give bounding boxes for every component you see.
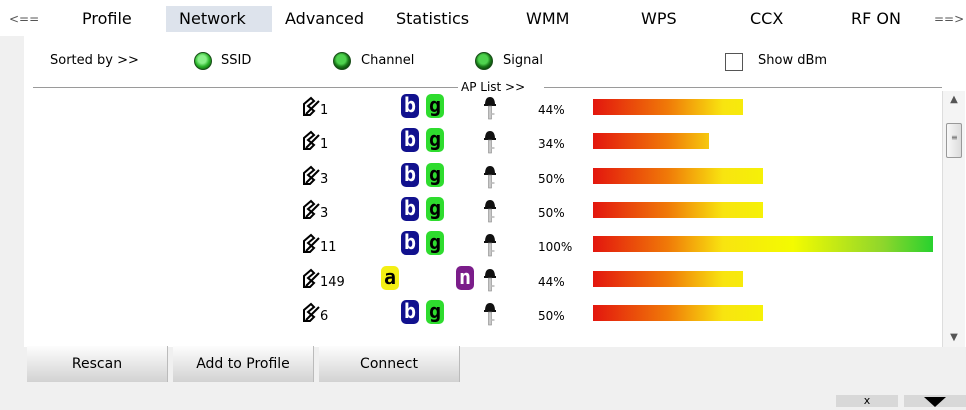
mode-g-icon: g: [426, 162, 444, 187]
sort-ssid-label[interactable]: SSID: [221, 53, 251, 68]
sort-channel-label[interactable]: Channel: [361, 53, 414, 68]
signal-strength-bar: [593, 99, 743, 115]
tab-ccx[interactable]: CCX: [750, 9, 783, 28]
rescan-button[interactable]: Rescan: [27, 346, 168, 382]
ap-row[interactable]: 3 b g 50%: [24, 160, 942, 194]
ap-row[interactable]: 6 b g 50%: [24, 297, 942, 331]
channel-value: 1: [320, 137, 329, 153]
sort-channel-radio[interactable]: [333, 52, 351, 70]
tab-next-arrow[interactable]: ==>: [934, 12, 964, 26]
divider-left: [33, 87, 458, 88]
channel-value: 3: [320, 171, 329, 187]
ap-row[interactable]: 1 b g 34%: [24, 125, 942, 159]
tab-prev-arrow[interactable]: <==: [9, 12, 39, 26]
network-panel: Sorted by >> SSID Channel Signal Show dB…: [24, 36, 966, 347]
divider-right: [544, 87, 942, 88]
mode-g-icon: g: [426, 231, 444, 256]
signal-percent: 50%: [538, 205, 565, 220]
sort-signal-radio[interactable]: [475, 52, 493, 70]
triangle-down-icon: [924, 397, 946, 407]
collapse-button[interactable]: [904, 395, 966, 407]
mode-b-icon: b: [401, 231, 419, 256]
lock-key-icon: [484, 131, 496, 154]
show-dbm-label[interactable]: Show dBm: [758, 53, 827, 68]
lock-key-icon: [484, 268, 496, 291]
channel-value: 11: [320, 240, 337, 256]
mode-b-icon: b: [401, 94, 419, 118]
channel-value: 3: [320, 205, 329, 221]
mode-g-icon: g: [426, 196, 444, 221]
sorted-by-label: Sorted by >>: [50, 53, 139, 68]
ap-row[interactable]: 11 b g 100%: [24, 228, 942, 262]
mode-a-icon: a: [381, 265, 399, 290]
sort-ssid-radio[interactable]: [194, 52, 212, 70]
ap-row[interactable]: 149 a n 44%: [24, 263, 942, 297]
signal-percent: 34%: [538, 137, 565, 152]
lock-key-icon: [484, 302, 496, 326]
scroll-thumb[interactable]: ≡: [946, 123, 962, 158]
add-to-profile-button[interactable]: Add to Profile: [173, 346, 314, 382]
tab-rf-on[interactable]: RF ON: [851, 9, 901, 28]
signal-percent: 100%: [538, 240, 573, 255]
ap-row[interactable]: 1 b g 44%: [24, 91, 942, 125]
signal-percent: 50%: [538, 171, 565, 186]
signal-strength-bar: [593, 201, 763, 218]
signal-strength-bar: [593, 270, 743, 287]
close-button[interactable]: x: [836, 395, 898, 407]
mode-n-icon: n: [456, 265, 474, 290]
channel-value: 6: [320, 308, 329, 324]
lock-key-icon: [484, 97, 496, 120]
tab-wmm[interactable]: WMM: [526, 9, 569, 28]
channel-value: 149: [320, 274, 345, 290]
signal-strength-bar: [593, 304, 763, 321]
show-dbm-checkbox[interactable]: [725, 53, 743, 71]
ap-list-scrollbar[interactable]: ▲ ≡ ▼: [942, 91, 965, 347]
signal-strength-bar: [593, 236, 933, 253]
signal-percent: 44%: [538, 103, 565, 117]
connect-button[interactable]: Connect: [319, 346, 460, 382]
signal-strength-bar: [593, 167, 763, 184]
mode-b-icon: b: [401, 196, 419, 221]
channel-value: 1: [320, 103, 329, 118]
tab-network[interactable]: Network: [179, 9, 246, 28]
sort-signal-label[interactable]: Signal: [503, 53, 543, 68]
tab-bar: <== Profile Network Advanced Statistics …: [0, 0, 966, 36]
mode-b-icon: b: [401, 299, 419, 324]
lock-key-icon: [484, 234, 496, 257]
ap-list[interactable]: 1 b g 44% 1 b g 34% 3 b g 50% 3 b g 50% 11 b g 100% 149 a n 44%…: [24, 91, 942, 347]
tab-statistics[interactable]: Statistics: [396, 9, 469, 28]
signal-percent: 44%: [538, 274, 565, 289]
lock-key-icon: [484, 199, 496, 223]
scroll-up-arrow-icon[interactable]: ▲: [943, 91, 965, 109]
signal-strength-bar: [593, 133, 709, 150]
scroll-down-arrow-icon[interactable]: ▼: [943, 329, 965, 347]
mode-b-icon: b: [401, 162, 419, 187]
signal-percent: 50%: [538, 308, 565, 323]
lock-key-icon: [484, 165, 496, 188]
mode-g-icon: g: [426, 94, 444, 118]
mode-g-icon: g: [426, 128, 444, 153]
mode-b-icon: b: [401, 128, 419, 153]
tab-profile[interactable]: Profile: [82, 9, 132, 28]
ap-row[interactable]: 3 b g 50%: [24, 194, 942, 228]
sort-bar: Sorted by >> SSID Channel Signal Show dB…: [24, 36, 966, 94]
tab-advanced[interactable]: Advanced: [285, 9, 364, 28]
tab-wps[interactable]: WPS: [641, 9, 677, 28]
mode-g-icon: g: [426, 299, 444, 324]
